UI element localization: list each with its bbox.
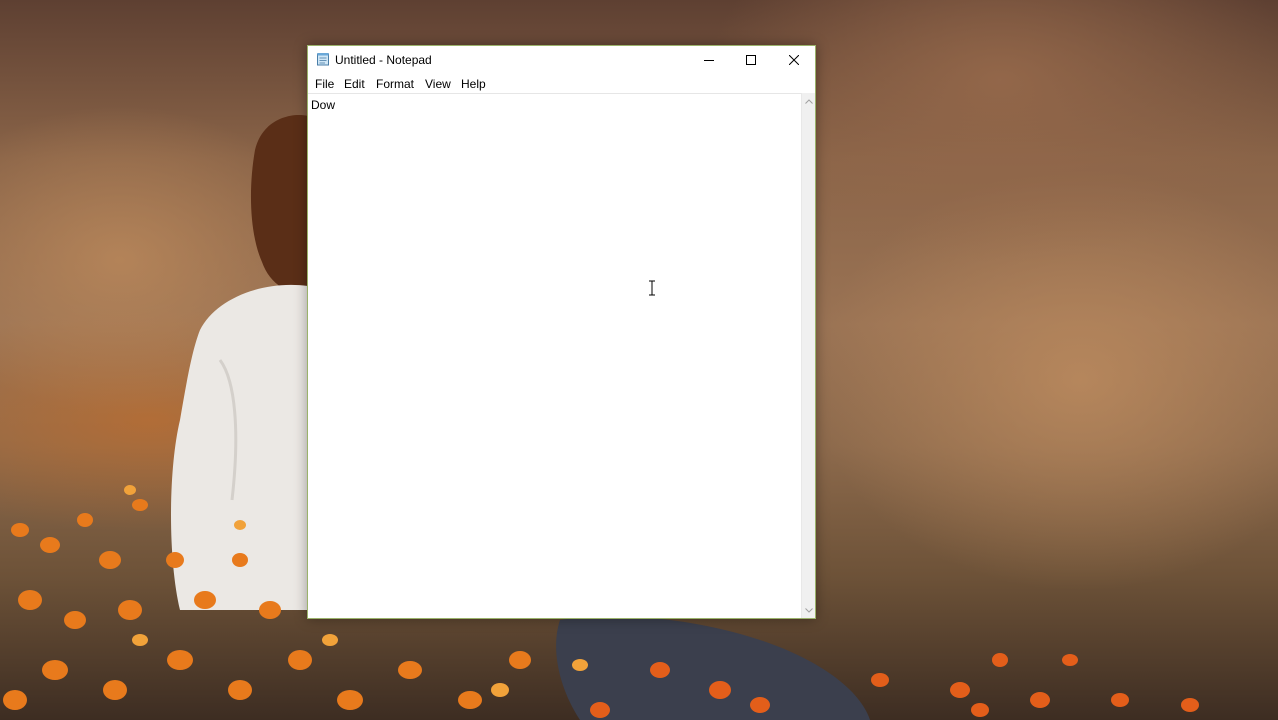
menu-format[interactable]: Format xyxy=(375,77,415,91)
notepad-window[interactable]: Untitled - Notepad File Edit Format View… xyxy=(307,45,816,619)
text-editor[interactable]: Dow xyxy=(308,93,801,618)
window-title: Untitled - Notepad xyxy=(335,53,432,67)
editor-content: Dow xyxy=(311,98,336,112)
menu-help[interactable]: Help xyxy=(460,77,487,91)
menu-bar: File Edit Format View Help xyxy=(308,75,815,93)
close-button[interactable] xyxy=(773,46,815,74)
maximize-button[interactable] xyxy=(730,46,772,74)
chevron-up-icon xyxy=(805,98,813,104)
text-cursor-icon xyxy=(649,280,655,296)
vertical-scrollbar[interactable] xyxy=(801,93,815,618)
title-bar[interactable]: Untitled - Notepad xyxy=(308,46,815,75)
menu-view[interactable]: View xyxy=(424,77,452,91)
scroll-down-button[interactable] xyxy=(802,603,816,617)
menu-edit[interactable]: Edit xyxy=(343,77,366,91)
chevron-down-icon xyxy=(805,607,813,613)
minimize-icon xyxy=(704,60,714,61)
minimize-button[interactable] xyxy=(688,46,730,74)
notepad-app-icon xyxy=(317,53,329,66)
close-icon xyxy=(789,55,799,65)
scroll-up-button[interactable] xyxy=(802,94,816,108)
menu-file[interactable]: File xyxy=(314,77,335,91)
maximize-icon xyxy=(746,55,756,65)
